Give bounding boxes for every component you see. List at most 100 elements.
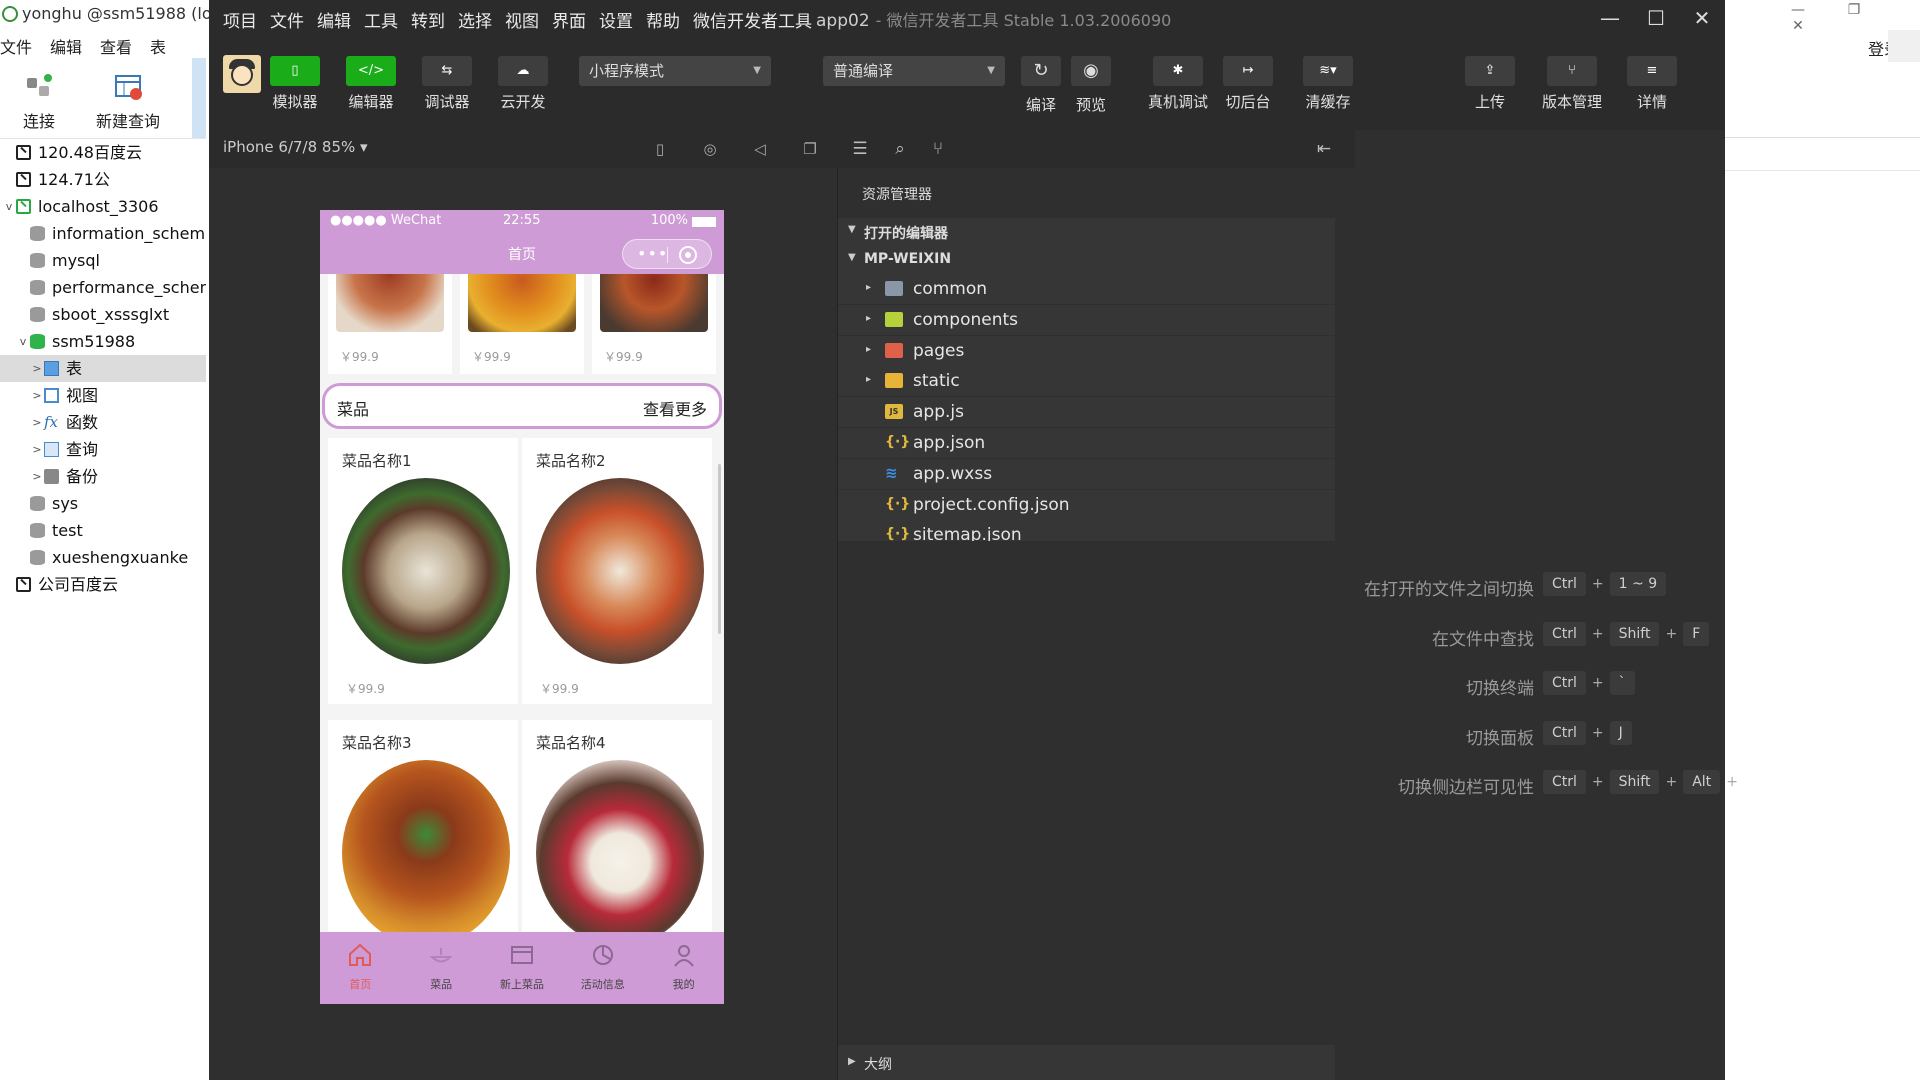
- editor-button[interactable]: </> 编辑器: [331, 56, 411, 112]
- open-editors-section[interactable]: ▼ 打开的编辑器: [838, 218, 1335, 246]
- cloud-dev-button[interactable]: ☁ 云开发: [483, 56, 563, 112]
- tree-item[interactable]: sboot_xsssglxt: [0, 301, 206, 328]
- tab-dishes[interactable]: 菜品: [401, 932, 482, 1004]
- list-item[interactable]: ￥99.9: [460, 274, 584, 374]
- tree-item[interactable]: v localhost_3306: [0, 193, 206, 220]
- menu-project[interactable]: 项目: [223, 7, 257, 32]
- chevron-down-icon[interactable]: v: [2, 193, 16, 220]
- real-device-debug-button[interactable]: ✱ 真机调试: [1138, 56, 1218, 112]
- file-tree-item[interactable]: {·} app.json: [838, 428, 1335, 458]
- tree-item[interactable]: > 视图: [0, 382, 206, 409]
- maximize-button[interactable]: ☐: [1633, 0, 1679, 36]
- close-miniprogram-icon[interactable]: [679, 246, 697, 264]
- tree-item[interactable]: 120.48百度云: [0, 139, 206, 166]
- tab-home[interactable]: 首页: [320, 932, 401, 1004]
- collapse-panel-icon[interactable]: ⇤: [1312, 138, 1336, 160]
- dish-card[interactable]: 菜品名称4: [522, 720, 712, 932]
- file-tree-item[interactable]: ▸ components: [838, 304, 1335, 335]
- menu-view[interactable]: 视图: [505, 7, 539, 32]
- new-query-button[interactable]: 新建查询: [78, 66, 178, 132]
- record-icon[interactable]: ◎: [699, 138, 721, 160]
- tree-item[interactable]: performance_schema: [0, 274, 206, 301]
- dish-card[interactable]: 菜品名称2 ￥99.9: [522, 438, 712, 704]
- navicat-minimize-button[interactable]: —: [1770, 2, 1826, 18]
- chevron-right-icon[interactable]: >: [30, 355, 44, 382]
- menu-tools[interactable]: 工具: [364, 7, 398, 32]
- outline-section[interactable]: ▶ 大纲: [838, 1045, 1335, 1080]
- simulator-button[interactable]: ▯ 模拟器: [255, 56, 335, 112]
- compile-button[interactable]: ↻: [1021, 56, 1061, 86]
- file-tree-item[interactable]: {·} project.config.json: [838, 489, 1335, 520]
- file-tree-item[interactable]: ≋ app.wxss: [838, 458, 1335, 489]
- menu-goto[interactable]: 转到: [411, 7, 445, 32]
- tab-new-dishes[interactable]: 新上菜品: [482, 932, 563, 1004]
- tree-item[interactable]: information_schema: [0, 220, 206, 247]
- minimize-button[interactable]: —: [1587, 0, 1633, 36]
- chevron-right-icon[interactable]: >: [30, 382, 44, 409]
- file-tree-item[interactable]: ▸ pages: [838, 335, 1335, 366]
- menu-help[interactable]: 帮助: [646, 7, 680, 32]
- view-more-link[interactable]: 查看更多: [643, 396, 707, 420]
- scrollbar[interactable]: [718, 464, 721, 634]
- chevron-right-icon[interactable]: >: [30, 409, 44, 436]
- list-icon[interactable]: ☰: [848, 138, 872, 160]
- compile-mode-select[interactable]: 普通编译 ▼: [823, 56, 1005, 86]
- tree-item[interactable]: 公司百度云: [0, 571, 206, 598]
- tree-item[interactable]: test: [0, 517, 206, 544]
- upload-button[interactable]: ⇪ 上传: [1455, 56, 1525, 112]
- file-tree-item[interactable]: ▸ common: [838, 274, 1335, 304]
- tab-mine[interactable]: 我的: [643, 932, 724, 1004]
- menu-interface[interactable]: 界面: [552, 7, 586, 32]
- version-management-button[interactable]: ⑂ 版本管理: [1527, 56, 1617, 112]
- tree-item[interactable]: > 备份: [0, 463, 206, 490]
- preview-button[interactable]: ◉: [1071, 56, 1111, 86]
- project-section[interactable]: ▼ MP-WEIXIN: [838, 246, 1335, 274]
- file-tree-item[interactable]: JS app.js: [838, 397, 1335, 428]
- tree-item[interactable]: > fx 函数: [0, 409, 206, 436]
- tree-item[interactable]: > 查询: [0, 436, 206, 463]
- menu-edit[interactable]: 编辑: [317, 7, 351, 32]
- background-button[interactable]: ↦ 切后台: [1213, 56, 1283, 112]
- connect-button[interactable]: 连接: [0, 66, 78, 132]
- tree-item[interactable]: > 表: [0, 355, 206, 382]
- device-select[interactable]: iPhone 6/7/8 85% ▾: [223, 138, 368, 156]
- navicat-close-button[interactable]: ✕: [1770, 18, 1826, 34]
- navicat-menu-view[interactable]: 查看: [100, 34, 150, 58]
- menu-select[interactable]: 选择: [458, 7, 492, 32]
- menu-wechat-devtools[interactable]: 微信开发者工具: [693, 7, 812, 32]
- phone-icon[interactable]: ▯: [649, 138, 671, 160]
- chevron-right-icon[interactable]: >: [30, 463, 44, 490]
- search-icon[interactable]: ⌕: [888, 138, 912, 160]
- navicat-maximize-button[interactable]: ❐: [1826, 2, 1882, 18]
- debugger-button[interactable]: ⇆ 调试器: [407, 56, 487, 112]
- mini-program-capsule[interactable]: •••: [622, 239, 712, 269]
- volume-icon[interactable]: ◁: [749, 138, 771, 160]
- list-item[interactable]: ￥99.9: [328, 274, 452, 374]
- branch-icon[interactable]: ⑂: [926, 138, 950, 160]
- tree-item[interactable]: xueshengxuanke: [0, 544, 206, 571]
- tree-item[interactable]: mysql: [0, 247, 206, 274]
- dish-card[interactable]: 菜品名称3: [328, 720, 518, 932]
- tree-item[interactable]: sys: [0, 490, 206, 517]
- navicat-menu-edit[interactable]: 编辑: [50, 34, 100, 58]
- window-icon[interactable]: ❐: [799, 138, 821, 160]
- chevron-right-icon[interactable]: >: [30, 436, 44, 463]
- tree-item[interactable]: 124.71公: [0, 166, 206, 193]
- navicat-menu-table[interactable]: 表: [150, 34, 184, 58]
- tab-activity[interactable]: 活动信息: [562, 932, 643, 1004]
- chevron-right-icon[interactable]: ▸: [866, 374, 871, 385]
- more-icon[interactable]: •••: [637, 244, 668, 263]
- chevron-down-icon[interactable]: v: [16, 328, 30, 355]
- dish-card[interactable]: 菜品名称1 ￥99.9: [328, 438, 518, 704]
- chevron-right-icon[interactable]: ▸: [866, 282, 871, 293]
- list-item[interactable]: ￥99.9: [592, 274, 716, 374]
- file-tree-item[interactable]: ▸ static: [838, 366, 1335, 397]
- menu-settings[interactable]: 设置: [599, 7, 633, 32]
- tree-item[interactable]: v ssm51988: [0, 328, 206, 355]
- close-button[interactable]: ✕: [1679, 0, 1725, 36]
- menu-file[interactable]: 文件: [270, 7, 304, 32]
- navicat-menu-file[interactable]: 文件: [0, 34, 50, 58]
- mode-select[interactable]: 小程序模式 ▼: [579, 56, 771, 86]
- chevron-right-icon[interactable]: ▸: [866, 313, 871, 324]
- chevron-right-icon[interactable]: ▸: [866, 344, 871, 355]
